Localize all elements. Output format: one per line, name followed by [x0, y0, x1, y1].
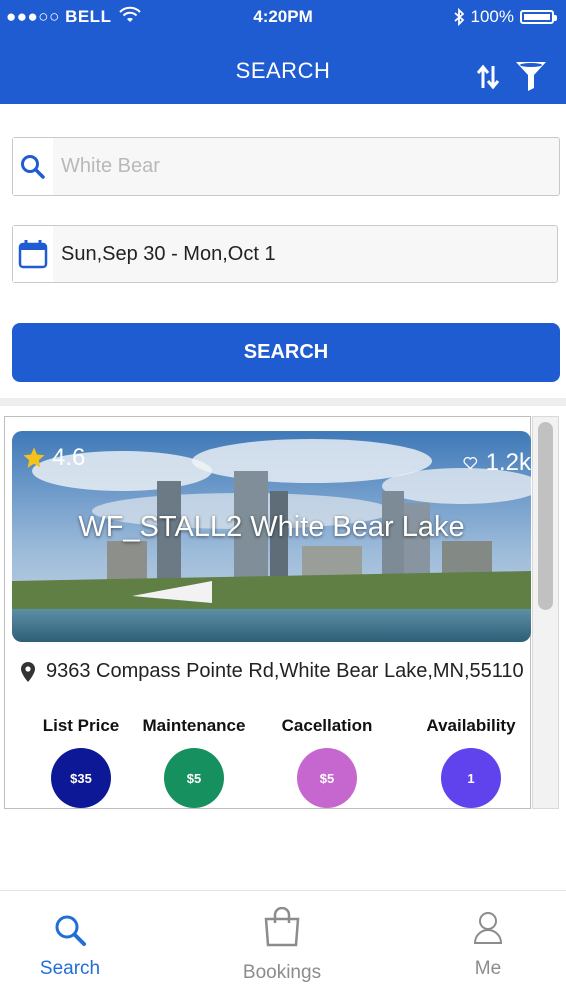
status-bar: ●●●○○ BELL 4:20PM 100%: [0, 0, 566, 34]
favorite-button[interactable]: 1.2k: [463, 449, 531, 477]
status-right: 100%: [453, 7, 557, 27]
tab-label: Me: [474, 958, 502, 979]
rating-value: 4.6: [52, 444, 86, 471]
tab-label: Bookings: [242, 962, 322, 983]
star-icon: [23, 447, 45, 468]
tab-bookings[interactable]: Bookings: [232, 906, 332, 984]
shopping-bag-icon: [264, 906, 300, 947]
favorite-count: 1.2k: [485, 449, 531, 476]
battery-percent: 100%: [470, 7, 514, 26]
address-text: 9363 Compass Pointe Rd,White Bear Lake,M…: [46, 660, 524, 682]
search-input[interactable]: White Bear: [12, 137, 560, 196]
listing-title[interactable]: WF_STALL2 White Bear Lake: [12, 511, 531, 544]
filter-button[interactable]: [514, 58, 548, 92]
search-button[interactable]: SEARCH: [12, 323, 560, 382]
price-maintenance: Maintenance $5: [138, 716, 250, 808]
search-placeholder: White Bear: [61, 155, 160, 177]
tab-search[interactable]: Search: [30, 913, 110, 980]
price-badge: $5: [297, 748, 357, 808]
rating: 4.6: [22, 444, 85, 472]
search-icon: [55, 915, 86, 946]
app-header: ●●●○○ BELL 4:20PM 100% SEARCH: [0, 0, 566, 104]
sort-arrows-icon: [476, 64, 500, 90]
battery-icon: [520, 10, 557, 24]
price-badge: 1: [441, 748, 501, 808]
price-badge: $5: [164, 748, 224, 808]
price-label: Availability: [426, 716, 516, 735]
tab-me[interactable]: Me: [458, 911, 518, 980]
listing-address: 9363 Compass Pointe Rd,White Bear Lake,M…: [20, 660, 530, 683]
search-icon: [21, 154, 45, 179]
filter-funnel-icon: [516, 62, 546, 91]
price-availability: Availability 1: [420, 716, 522, 808]
date-range-field[interactable]: Sun,Sep 30 - Mon,Oct 1: [12, 225, 558, 283]
price-badge: $35: [51, 748, 111, 808]
tab-label: Search: [39, 958, 101, 979]
sort-button[interactable]: [474, 60, 502, 92]
tab-bar: Search Bookings Me: [0, 890, 566, 1003]
price-label: List Price: [42, 716, 120, 735]
date-range-value: Sun,Sep 30 - Mon,Oct 1: [61, 242, 276, 265]
price-label: Maintenance: [142, 716, 246, 735]
price-list: List Price $35: [38, 716, 124, 808]
bluetooth-icon: [453, 8, 464, 26]
heart-icon: [463, 456, 478, 470]
section-divider: [0, 398, 566, 406]
location-pin-icon: [21, 661, 35, 682]
scrollbar-thumb[interactable]: [538, 422, 553, 610]
price-cancellation: Cacellation $5: [274, 716, 380, 808]
calendar-icon: [18, 240, 48, 269]
price-label: Cacellation: [281, 716, 373, 735]
user-icon: [473, 912, 503, 944]
